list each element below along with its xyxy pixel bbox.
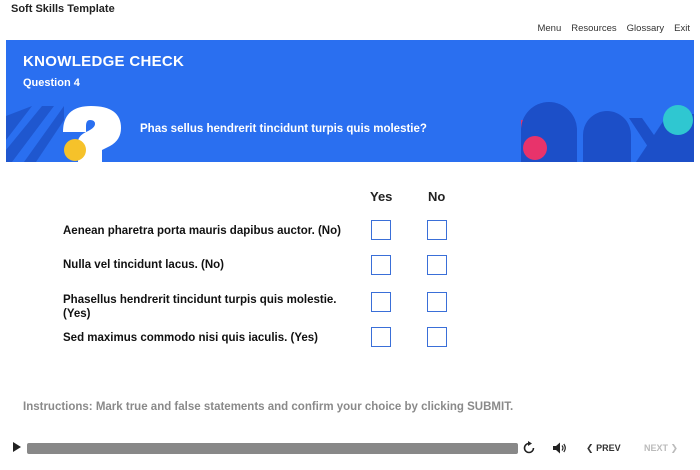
play-icon[interactable] <box>13 442 21 452</box>
statement-2-yes-checkbox[interactable] <box>371 255 391 275</box>
statement-3: Phasellus hendrerit tincidunt turpis qui… <box>63 294 337 320</box>
next-button[interactable]: NEXT ❯ <box>644 443 678 454</box>
statement-4-yes-checkbox[interactable] <box>371 327 391 347</box>
top-nav: Menu Resources Glossary Exit <box>537 23 690 34</box>
statement-1-yes-checkbox[interactable] <box>371 220 391 240</box>
replay-icon[interactable] <box>521 440 537 456</box>
chevron-left-icon: ❮ <box>586 443 594 453</box>
prev-button[interactable]: ❮ PREV <box>586 443 621 454</box>
nav-menu-link[interactable]: Menu <box>537 23 561 34</box>
statement-4: Sed maximus commodo nisi quis iaculis. (… <box>63 332 318 344</box>
statement-1-no-checkbox[interactable] <box>427 220 447 240</box>
statement-4-no-checkbox[interactable] <box>427 327 447 347</box>
prev-label: PREV <box>596 443 621 453</box>
question-banner: KNOWLEDGE CHECK Question 4 Phas sellus h… <box>6 40 694 162</box>
course-title: Soft Skills Template <box>11 3 115 15</box>
statement-2: Nulla vel tincidunt lacus. (No) <box>63 259 225 271</box>
no-column-header: No <box>428 189 446 204</box>
progress-bar[interactable] <box>27 443 518 454</box>
instructions-text: Instructions: Mark true and false statem… <box>23 401 514 413</box>
nav-glossary-link[interactable]: Glossary <box>627 23 664 34</box>
nav-resources-link[interactable]: Resources <box>571 23 616 34</box>
nav-exit-link[interactable]: Exit <box>674 23 690 34</box>
question-number: Question 4 <box>23 77 80 89</box>
volume-icon[interactable] <box>552 441 568 455</box>
player-controls: ❮ PREV NEXT ❯ <box>0 438 700 460</box>
statement-3-no-checkbox[interactable] <box>427 292 447 312</box>
statement-2-no-checkbox[interactable] <box>427 255 447 275</box>
banner-heading: KNOWLEDGE CHECK <box>23 53 185 70</box>
stripes-graphic <box>6 106 64 162</box>
question-mark-graphic <box>63 106 121 162</box>
chevron-right-icon: ❯ <box>670 443 679 453</box>
shapes-graphic <box>521 102 694 162</box>
question-text: Phas sellus hendrerit tincidunt turpis q… <box>140 123 427 135</box>
yes-column-header: Yes <box>370 189 393 204</box>
statement-3-yes-checkbox[interactable] <box>371 292 391 312</box>
next-label: NEXT <box>644 443 669 453</box>
statement-1: Aenean pharetra porta mauris dapibus auc… <box>63 225 341 237</box>
